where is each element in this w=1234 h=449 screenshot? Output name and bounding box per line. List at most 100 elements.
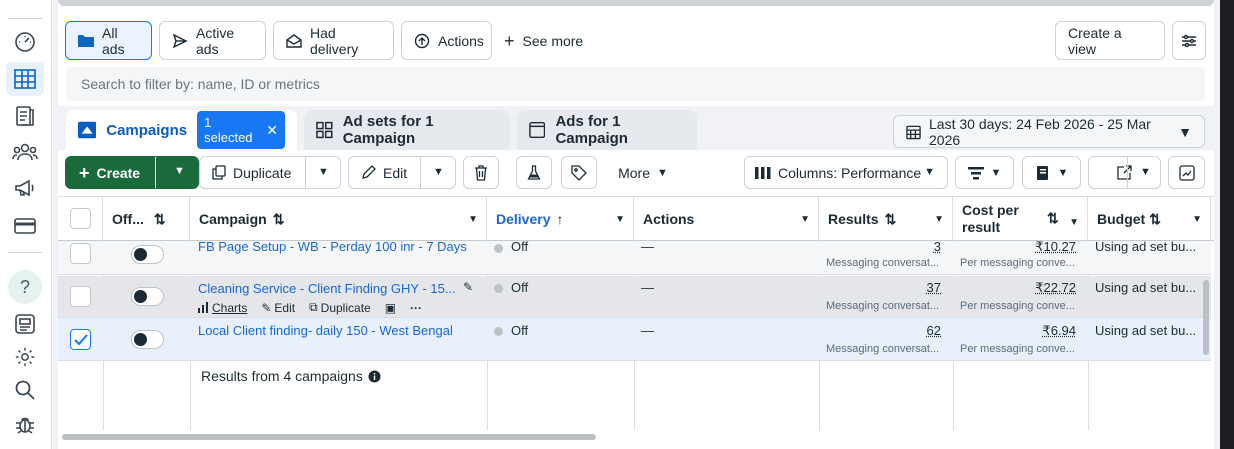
audience-icon[interactable] [11,138,39,166]
pages-icon[interactable] [11,102,39,130]
more-label: More [618,164,650,181]
duplicate-button[interactable]: Duplicate ▼ [199,156,341,189]
help-icon[interactable]: ? [8,270,42,304]
filter-had-delivery[interactable]: Had delivery [273,21,394,60]
edit-button[interactable]: Edit ▼ [348,156,456,189]
table-row[interactable]: Local Client finding- daily 150 - West B… [58,318,1211,361]
header-actions[interactable]: Actions ▼ [634,197,819,241]
filter-had-delivery-label: Had delivery [310,24,359,57]
header-off-on[interactable]: Off... ⇅ [103,197,190,241]
chevron-down-icon[interactable]: ▼ [615,214,625,225]
reports-button[interactable]: ▼ [1022,156,1081,189]
charts-toggle-button[interactable] [1168,156,1205,189]
results-value[interactable]: 62 [858,323,941,338]
tags-button[interactable] [561,156,597,189]
header-budget[interactable]: Budget ⇅ ▼ [1088,197,1211,241]
actions-value: — [641,280,654,295]
view-settings-button[interactable] [1172,21,1206,60]
campaign-toggle[interactable] [131,287,164,306]
plus-icon: + [79,162,90,183]
export-button[interactable]: ▼ [1088,156,1161,189]
bar-chart-icon [198,302,208,313]
duplicate-icon: ⧉ [309,300,318,314]
tab-ads[interactable]: Ads for 1 Campaign [517,110,697,150]
filter-actions[interactable]: Actions [401,21,492,60]
row-checkbox[interactable] [70,243,91,264]
cost-value[interactable]: ₹6.94 [993,323,1076,339]
chevron-down-icon[interactable]: ▼ [1069,214,1079,231]
more-button[interactable]: More ▼ [606,156,680,189]
table-row[interactable]: Cleaning Service - Client Finding GHY - … [58,276,1211,318]
ab-test-button[interactable] [516,156,552,189]
cost-value[interactable]: ₹22.72 [993,280,1076,296]
edit-dropdown-chevron-icon[interactable]: ▼ [433,166,444,178]
header-select-all-cell [58,197,103,241]
columns-label: Columns: Performance [778,164,922,181]
results-value[interactable]: 37 [858,280,941,295]
header-cost-per-result[interactable]: Cost per result ⇅ ▼ [953,197,1088,241]
campaign-name-link[interactable]: Local Client finding- daily 150 - West B… [198,323,453,338]
select-all-checkbox[interactable] [70,208,91,229]
vertical-scrollbar[interactable] [1203,280,1209,355]
delete-button[interactable] [463,156,499,189]
tab-ad-sets[interactable]: Ad sets for 1 Campaign [304,110,510,150]
flask-icon [527,164,541,180]
campaign-toggle[interactable] [131,330,164,349]
create-button[interactable]: + Create ▼ [65,156,199,189]
results-summary: Results from 4 campaigns [201,368,381,384]
filter-all-ads[interactable]: All ads [65,21,152,60]
campaign-toggle[interactable] [131,245,164,264]
horizontal-scrollbar[interactable] [62,434,596,440]
chevron-down-icon[interactable]: ▼ [1192,214,1202,225]
header-campaign[interactable]: Campaign ⇅ ▼ [190,197,487,241]
info-icon[interactable] [368,370,381,383]
row-preview-image-icon[interactable]: ▣ [385,301,396,315]
filter-active-ads[interactable]: Active ads [159,21,266,60]
notes-icon[interactable] [11,310,39,338]
row-more-ellipsis-icon[interactable]: ··· [410,301,422,315]
filter-active-ads-label: Active ads [196,24,235,57]
results-value[interactable]: 3 [858,239,941,254]
chevron-down-icon[interactable]: ▼ [1140,166,1151,178]
gear-icon[interactable] [11,343,39,371]
dashboard-icon[interactable] [11,28,39,56]
header-delivery[interactable]: Delivery ↑ ▼ [487,197,634,241]
sort-arrows-icon: ⇅ [884,210,897,227]
duplicate-dropdown-chevron-icon[interactable]: ▼ [318,166,329,178]
columns-button[interactable]: Columns: Performance ▼ [744,156,948,189]
chevron-down-icon[interactable]: ▼ [800,214,810,225]
bug-icon[interactable] [11,410,39,438]
billing-card-icon[interactable] [11,212,39,240]
row-checkbox[interactable] [70,286,91,307]
search-icon[interactable] [11,376,39,404]
chevron-down-icon[interactable]: ▼ [468,214,478,225]
chevron-down-icon: ▼ [1057,166,1069,179]
create-dropdown-chevron-icon[interactable]: ▼ [174,165,185,177]
edit-name-pencil-icon[interactable]: ✎ [463,280,473,294]
ad-sets-grid-icon [316,121,333,139]
campaign-name-link[interactable]: FB Page Setup - WB - Perday 100 inr - 7 … [198,239,467,254]
row-checkbox[interactable] [70,329,91,350]
date-range-picker[interactable]: Last 30 days: 24 Feb 2026 - 25 Mar 2026 … [893,115,1205,148]
header-results-label: Results [828,211,879,227]
clear-selection-close-icon[interactable]: ✕ [266,122,278,139]
megaphone-icon[interactable] [11,174,39,202]
see-more-label: See more [522,32,584,49]
see-more-button[interactable]: + See more [504,21,583,60]
campaign-name-link[interactable]: Cleaning Service - Client Finding GHY - … [198,281,456,296]
table-row[interactable]: FB Page Setup - WB - Perday 100 inr - 7 … [58,239,1211,275]
cost-value[interactable]: ₹10.27 [993,239,1076,255]
action-toolbar: + Create ▼ Duplicate ▼ Edit ▼ More ▼ Col… [58,150,1214,196]
chevron-down-icon[interactable]: ▼ [934,214,944,225]
table-icon[interactable] [6,62,44,96]
search-input[interactable] [66,67,1205,101]
row-duplicate-link[interactable]: ⧉ Duplicate [309,300,371,315]
create-view-button[interactable]: Create a view [1055,21,1165,60]
breakdown-button[interactable]: ▼ [955,156,1014,189]
create-view-label: Create a view [1068,24,1122,57]
row-charts-link[interactable]: Charts [198,301,247,315]
tab-campaigns[interactable]: Campaigns 1 selected ✕ [66,110,297,150]
row-edit-link[interactable]: ✎ Edit [261,301,295,315]
header-results[interactable]: Results ⇅ ▼ [819,197,953,241]
cost-subtitle: Per messaging conve... [960,300,1075,312]
